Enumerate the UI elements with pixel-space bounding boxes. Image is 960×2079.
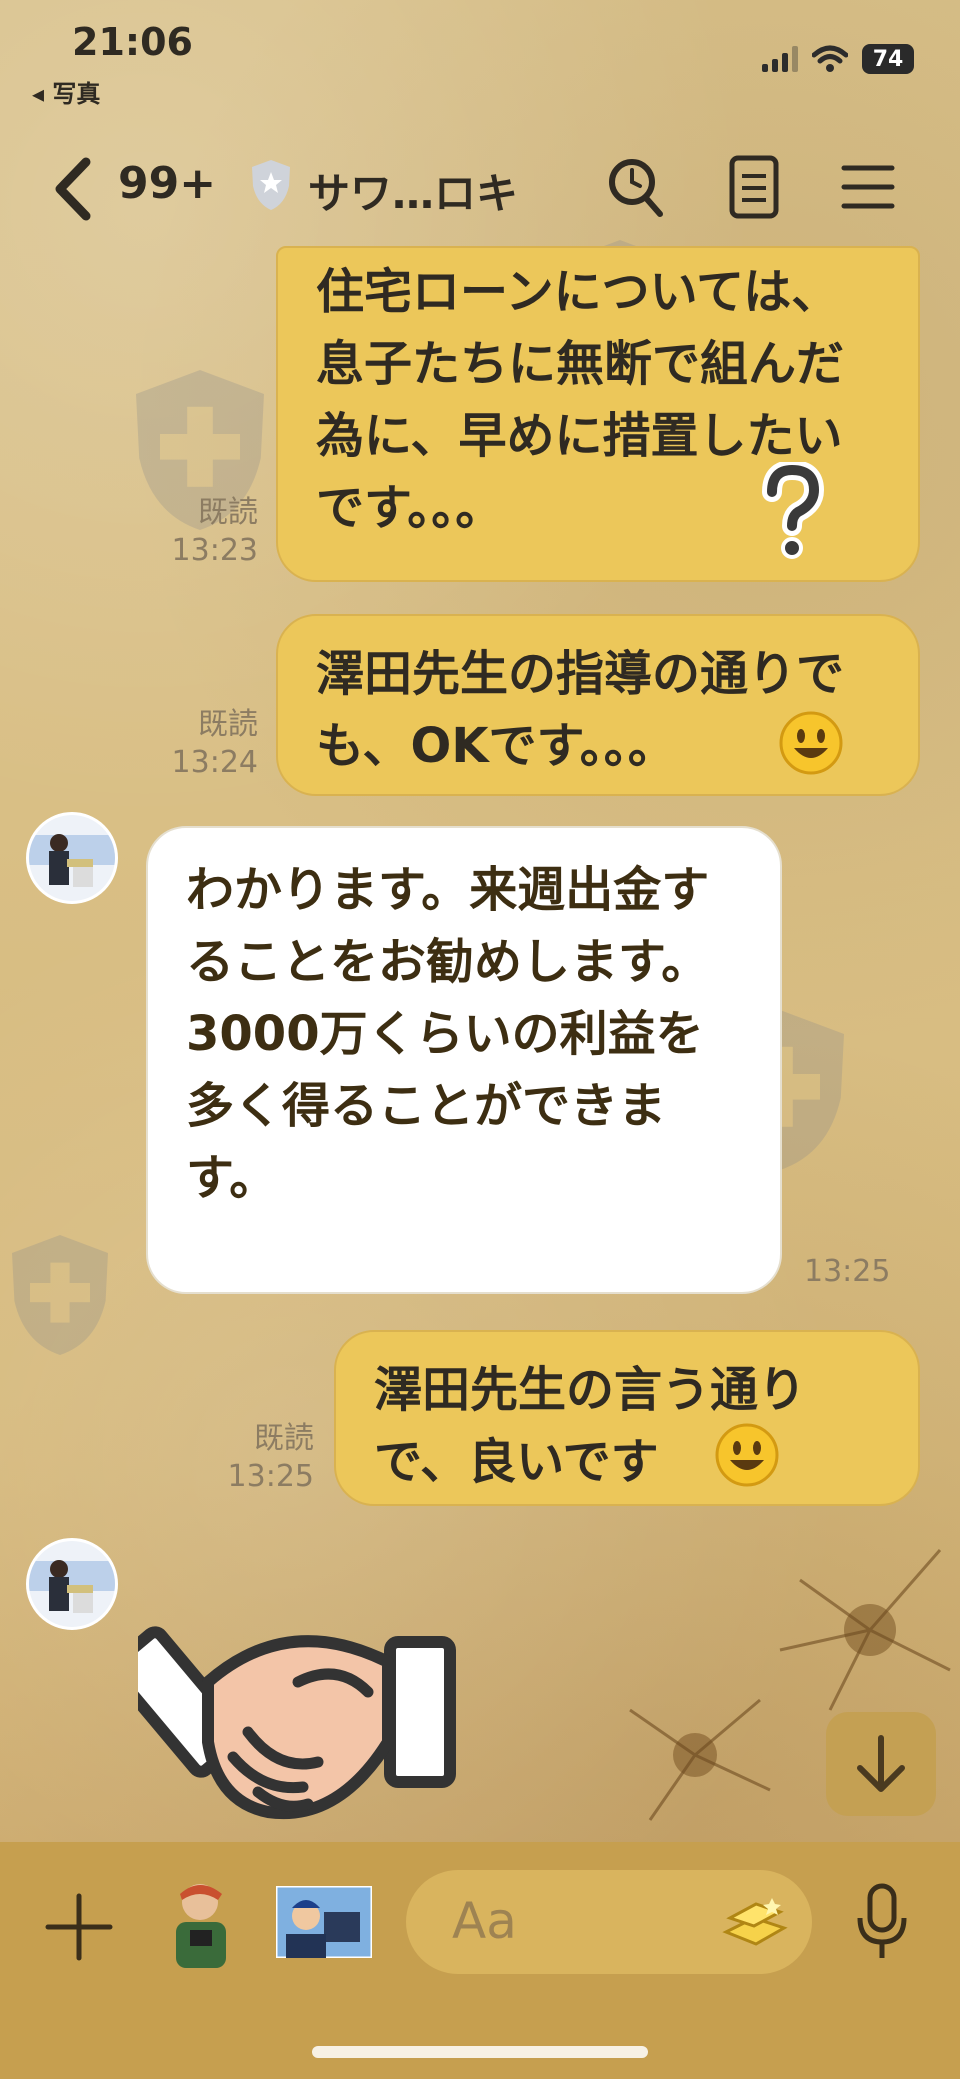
chat-header: 99+ サワ…ロキ <box>0 140 960 250</box>
question-mark-emoji <box>762 462 825 559</box>
handshake-sticker[interactable] <box>138 1572 468 1842</box>
read-receipt: 既読 <box>198 495 258 530</box>
avatar[interactable] <box>26 812 118 904</box>
home-indicator <box>312 2046 648 2058</box>
status-indicators: 74 <box>762 44 914 74</box>
avatar[interactable] <box>26 1538 118 1630</box>
shield-icon <box>252 160 290 210</box>
message-meta: 既読 13:24 <box>150 706 258 782</box>
gold-bar-emoji-button[interactable] <box>720 1888 790 1958</box>
message-bubble-received[interactable]: わかります。来週出金することをお勧めします。3000万くらいの利益を多く得ること… <box>146 826 782 1294</box>
menu-icon[interactable] <box>838 152 898 222</box>
status-time: 21:06 <box>72 20 193 64</box>
input-bar: Aa <box>0 1842 960 2079</box>
read-receipt: 既読 <box>198 707 258 742</box>
message-time: 13:23 <box>171 533 258 568</box>
message-input[interactable]: Aa <box>406 1870 812 1974</box>
status-bar: 21:06 ◂ 写真 74 <box>0 0 960 110</box>
chat-title[interactable]: サワ…ロキ <box>308 160 518 221</box>
message-text: 澤田先生の指導の通りでも、OKです。。。 <box>316 646 845 774</box>
smile-emoji <box>779 711 843 775</box>
avatar-photo <box>29 815 115 901</box>
avatar-photo <box>29 1541 115 1627</box>
read-receipt: 既読 <box>254 1421 314 1456</box>
back-chevron-icon[interactable] <box>48 154 98 224</box>
message-text: わかります。来週出金することをお勧めします。3000万くらいの利益を多く得ること… <box>186 862 710 1206</box>
crack-decoration <box>629 1698 771 1821</box>
plus-icon[interactable] <box>42 1890 116 1964</box>
notes-icon[interactable] <box>726 152 782 222</box>
back-to-app-link[interactable]: ◂ 写真 <box>32 74 100 109</box>
wifi-icon <box>812 45 848 72</box>
battery-indicator: 74 <box>862 44 914 74</box>
mic-icon[interactable] <box>852 1880 912 1964</box>
character-sticker-button[interactable] <box>160 1876 242 1976</box>
crack-decoration <box>779 1549 951 1711</box>
message-time: 13:25 <box>804 1254 891 1289</box>
unread-count: 99+ <box>118 158 217 209</box>
scroll-down-icon <box>857 1735 905 1792</box>
signal-icon <box>762 46 798 72</box>
message-bubble-sent[interactable]: 澤田先生の言う通りで、良いです <box>334 1330 920 1506</box>
scroll-to-bottom-button[interactable] <box>826 1712 936 1816</box>
search-icon[interactable] <box>604 152 670 222</box>
message-time: 13:24 <box>171 745 258 780</box>
message-input-placeholder: Aa <box>452 1892 517 1950</box>
message-meta: 既読 13:23 <box>150 494 258 570</box>
watermark-shield-icon <box>12 1235 108 1355</box>
message-time: 13:25 <box>227 1459 314 1494</box>
smile-emoji <box>715 1423 779 1487</box>
anime-sticker-button[interactable] <box>276 1886 372 1958</box>
message-meta: 既読 13:25 <box>206 1420 314 1496</box>
